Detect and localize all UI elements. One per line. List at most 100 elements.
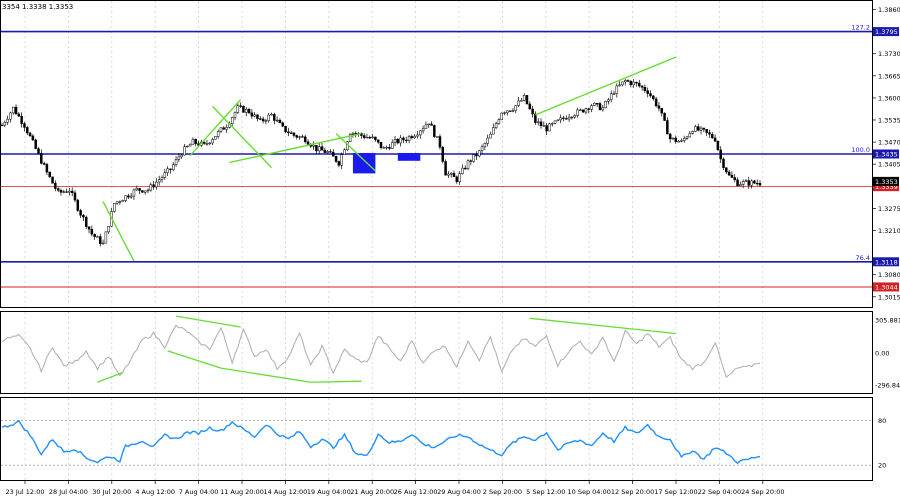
candle-body: [716, 140, 720, 151]
candle-body: [141, 190, 144, 193]
candle-body: [635, 81, 638, 84]
candle-body: [51, 176, 54, 184]
candle-body: [239, 105, 242, 107]
candle-body: [548, 123, 551, 132]
candle-body: [447, 173, 450, 176]
candle-body: [138, 188, 141, 191]
candle-body: [222, 127, 226, 130]
candle-body: [289, 132, 293, 134]
candle-body: [475, 154, 478, 157]
candle-body: [163, 172, 167, 178]
candle-body: [478, 150, 481, 157]
candle-body: [306, 141, 310, 145]
candle-body: [267, 114, 270, 121]
level-badge-label: 1.3435: [875, 151, 898, 159]
time-tick-label: 19 Aug 04:00: [307, 488, 351, 496]
candle-body: [253, 114, 256, 117]
level-badge-label: 1.3044: [875, 283, 898, 291]
candle-body: [169, 168, 172, 170]
candle-body: [671, 137, 675, 140]
chart-background: [0, 0, 900, 500]
candle-body: [48, 171, 51, 178]
candle-body: [413, 135, 416, 139]
candle-body: [186, 145, 189, 148]
time-tick-label: 22 Sep 04:00: [698, 488, 741, 496]
candle-body: [542, 125, 546, 127]
candle-body: [559, 117, 562, 121]
candle-body: [730, 174, 734, 178]
candle-body: [623, 80, 627, 83]
candle-body: [725, 167, 728, 173]
candle-body: [444, 161, 447, 176]
candle-body: [581, 109, 585, 113]
candle-body: [275, 119, 279, 122]
oscillator-tick-label: -296.8470: [875, 382, 900, 390]
candle-body: [668, 133, 672, 140]
candle-body: [295, 135, 299, 138]
candle-body: [607, 99, 610, 102]
candle-body: [469, 160, 473, 162]
candle-body: [753, 180, 756, 184]
candle-body: [256, 114, 259, 119]
candle-body: [205, 143, 209, 145]
candle-body: [317, 146, 321, 152]
candle-body: [520, 100, 523, 102]
time-tick-label: 14 Aug 12:00: [263, 488, 307, 496]
candle-body: [497, 119, 501, 124]
candle-body: [643, 87, 647, 91]
candle-body: [87, 226, 91, 230]
trading-chart[interactable]: 127.2 100.0 76.4 1.3860 1.3730 1.3665 1.3600 1…: [0, 0, 900, 500]
price-tick-label: 1.3080: [878, 271, 900, 279]
candle-body: [340, 154, 343, 166]
candle-body: [441, 146, 445, 162]
price-tick-label: 1.3860: [878, 6, 900, 14]
candle-body: [31, 135, 35, 141]
candle-body: [292, 132, 296, 136]
candle-body: [376, 139, 380, 143]
candle-body: [494, 123, 498, 128]
price-tick-label: 1.3405: [878, 161, 900, 169]
candle-body: [273, 113, 276, 121]
candle-body: [500, 112, 503, 120]
time-tick-label: 7 Aug 04:00: [179, 488, 219, 496]
candle-body: [107, 226, 110, 233]
candle-body: [334, 156, 338, 162]
candle-body: [73, 192, 77, 201]
candle-body: [424, 124, 428, 129]
candle-body: [20, 115, 23, 124]
candle-body: [90, 228, 94, 235]
price-tick-label: 1.3470: [878, 139, 900, 147]
candle-body: [270, 113, 273, 116]
candle-body: [113, 203, 116, 212]
candle-body: [702, 127, 706, 130]
candle-body: [264, 120, 268, 122]
candle-body: [508, 110, 512, 112]
candle-body: [551, 123, 554, 125]
candle-body: [615, 85, 619, 94]
candle-body: [96, 236, 99, 238]
time-tick-label: 11 Aug 20:00: [220, 488, 264, 496]
candle-body: [433, 125, 436, 137]
candle-body: [390, 142, 394, 149]
ohlc-readout: 3354 1.3338 1.3353: [2, 3, 73, 11]
candle-body: [438, 136, 442, 148]
candle-body: [503, 112, 506, 114]
candle-body: [590, 105, 593, 110]
candle-body: [483, 143, 487, 148]
time-tick-label: 12 Sep 20:00: [611, 488, 654, 496]
candle-body: [23, 123, 26, 128]
highlight-box: [352, 152, 376, 174]
time-tick-label: 5 Sep 12:00: [526, 488, 565, 496]
candle-body: [101, 242, 105, 245]
candle-body: [76, 199, 80, 211]
candle-body: [744, 180, 748, 182]
candle-body: [28, 132, 32, 137]
candle-body: [129, 195, 133, 198]
candle-body: [536, 121, 540, 123]
candle-body: [405, 139, 408, 142]
candle-body: [663, 112, 666, 121]
candle-body: [713, 137, 717, 142]
time-tick-label: 28 Jul 04:00: [49, 488, 88, 496]
rsi-tick-label: 20: [878, 462, 886, 470]
candle-body: [54, 182, 57, 189]
